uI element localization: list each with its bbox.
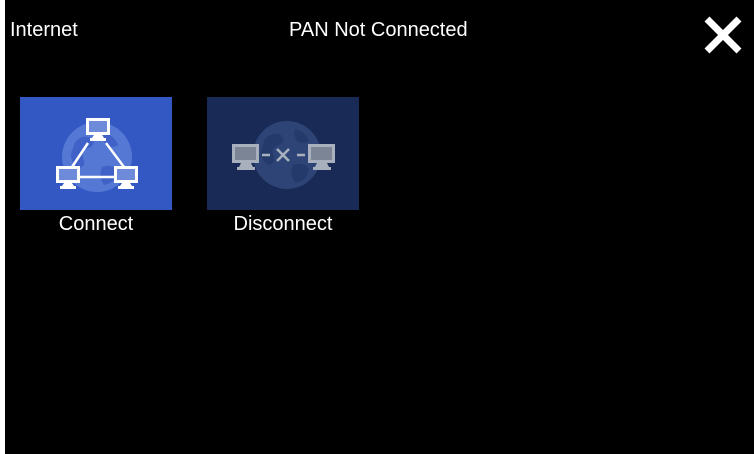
connection-status: PAN Not Connected [289, 19, 468, 41]
disconnect-button[interactable]: Disconnect [207, 97, 359, 236]
page-title: Internet [10, 19, 78, 41]
disconnect-label: Disconnect [233, 213, 333, 235]
connect-button[interactable]: Connect [20, 97, 172, 236]
close-button[interactable] [702, 14, 744, 56]
pan-screen: Internet PAN Not Connected Connect Disco… [5, 0, 754, 454]
close-icon [704, 16, 742, 54]
connect-label: Connect [58, 213, 134, 235]
network-disconnect-icon [207, 97, 359, 210]
network-connect-icon [20, 97, 172, 210]
